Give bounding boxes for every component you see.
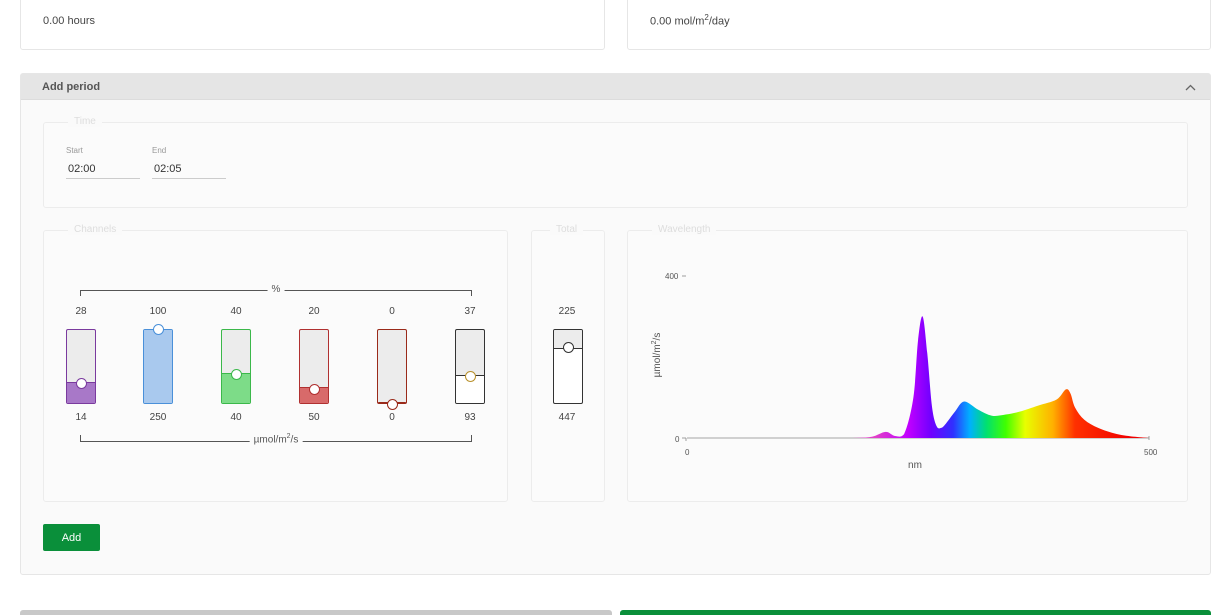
unit-label: µmol/m2/s [249,433,303,446]
end-label: End [152,146,167,155]
photoperiod-card: 0.00 hours [20,0,605,50]
total-percent: 225 [558,306,576,317]
channel-slider-handle[interactable] [230,368,242,380]
channel-value: 0 [389,412,395,423]
start-time-input[interactable] [66,159,140,179]
dli-value: 0.00 mol/m2/day [650,13,730,28]
add-period-header[interactable]: Add period [21,74,1210,100]
total-slider-handle[interactable] [562,342,574,354]
channel-slider-handle[interactable] [152,323,164,335]
channel-value: 250 [149,412,167,423]
channel-slider-handle[interactable] [308,383,320,395]
channel-slider[interactable] [66,329,96,404]
time-legend: Time [68,116,102,127]
channel-percent: 40 [230,306,242,317]
channel-slider[interactable] [221,329,251,404]
add-button[interactable]: Add [43,524,100,551]
channel-percent: 0 [389,306,395,317]
dli-card: 0.00 mol/m2/day [627,0,1211,50]
bottom-right-button[interactable] [620,610,1211,615]
channel-slider-handle[interactable] [464,370,476,382]
x-tick-right: 500 [1144,448,1158,457]
channel-value: 14 [75,412,87,423]
y-tick-bottom: 0 [675,435,680,444]
channel-slider[interactable] [143,329,173,404]
channel-slider[interactable] [377,329,407,404]
channel-percent: 20 [308,306,320,317]
spectrum-area [853,316,1149,438]
chevron-up-icon[interactable] [1185,82,1196,93]
channel-percent: 100 [149,306,167,317]
channel-percent: 37 [464,306,476,317]
x-tick-left: 0 [685,448,690,457]
percent-label: % [267,284,285,295]
channels-legend: Channels [68,224,123,235]
time-fieldset: Time Start End [43,116,1188,208]
y-tick-top: 400 [665,272,679,281]
channel-value: 50 [308,412,320,423]
panel-title: Add period [42,81,101,93]
photoperiod-value: 0.00 hours [43,15,95,27]
wavelength-chart: 400 0 0 500 nm µmol/m2/s [651,272,1158,471]
channel-percent: 28 [75,306,87,317]
start-label: Start [66,146,83,155]
channel-slider[interactable] [455,329,485,404]
bottom-left-button[interactable] [20,610,612,615]
channel-slider-fill [144,330,172,403]
channel-value: 93 [464,412,476,423]
x-axis-title: nm [908,460,922,471]
total-slider[interactable] [553,329,583,404]
y-axis-title: µmol/m2/s [651,333,663,378]
channel-slider-handle[interactable] [386,398,398,410]
channel-value: 40 [230,412,242,423]
total-legend: Total [550,224,584,235]
channel-slider-handle[interactable] [75,377,87,389]
total-value: 447 [558,412,576,423]
end-time-input[interactable] [152,159,226,179]
channels-fieldset: Channels [43,224,508,502]
